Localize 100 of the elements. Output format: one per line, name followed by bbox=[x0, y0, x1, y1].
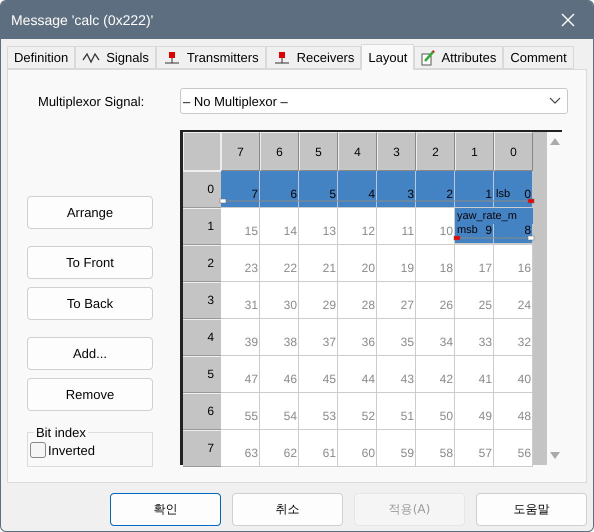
bit-cell[interactable]: 59 bbox=[377, 430, 416, 467]
bit-cell[interactable]: 40 bbox=[494, 356, 533, 393]
bit-tag: msb bbox=[457, 224, 478, 236]
bit-number: 0 bbox=[524, 187, 531, 201]
bit-cell[interactable]: 19 bbox=[377, 245, 416, 282]
tab[interactable]: Receivers bbox=[266, 46, 362, 69]
side-button[interactable]: Remove bbox=[27, 378, 153, 411]
bit-number: 37 bbox=[322, 335, 336, 349]
tab[interactable]: Definition bbox=[7, 46, 76, 69]
bit-cell[interactable]: 53 bbox=[299, 393, 338, 430]
bit-cell[interactable]: 17 bbox=[455, 245, 494, 282]
bit-number: 30 bbox=[284, 298, 297, 312]
bit-number: 47 bbox=[244, 372, 258, 386]
dialog-button[interactable]: 취소 bbox=[232, 493, 343, 526]
bit-cell[interactable]: 55 bbox=[221, 393, 260, 430]
bit-cell[interactable]: 12 bbox=[338, 208, 377, 245]
bit-cell[interactable]: 48 bbox=[494, 393, 533, 430]
row-header: 0 bbox=[183, 171, 221, 208]
multiplexor-dropdown[interactable]: – No Multiplexor – bbox=[180, 88, 568, 114]
inverted-checkbox[interactable]: Inverted bbox=[30, 442, 150, 458]
bit-cell[interactable]: 26 bbox=[416, 282, 455, 319]
bit-cell[interactable]: 24 bbox=[494, 282, 533, 319]
scrollbar-track[interactable] bbox=[533, 132, 547, 465]
tab[interactable]: Comment bbox=[503, 46, 574, 69]
bit-cell[interactable]: 62 bbox=[260, 430, 299, 467]
bit-cell[interactable]: 13 bbox=[299, 208, 338, 245]
side-button[interactable]: To Back bbox=[27, 287, 153, 320]
bit-cell[interactable]: 61 bbox=[299, 430, 338, 467]
bit-cell[interactable]: 58 bbox=[416, 430, 455, 467]
bit-cell[interactable]: 50 bbox=[416, 393, 455, 430]
bit-cell[interactable]: 15 bbox=[221, 208, 260, 245]
bit-number: 17 bbox=[478, 261, 492, 275]
bit-cell[interactable]: 34 bbox=[416, 319, 455, 356]
bit-cell[interactable]: lsb 0 bbox=[494, 171, 533, 208]
bit-cell[interactable]: 49 bbox=[455, 393, 494, 430]
bit-number: 8 bbox=[524, 223, 531, 237]
bit-cell[interactable]: 8 bbox=[494, 224, 533, 244]
bit-cell[interactable]: 27 bbox=[377, 282, 416, 319]
bit-cell[interactable]: 20 bbox=[338, 245, 377, 282]
bit-cell[interactable]: 21 bbox=[299, 245, 338, 282]
bit-cell[interactable]: 3 bbox=[377, 171, 416, 208]
bit-cell[interactable]: 11 bbox=[377, 208, 416, 245]
bit-cell[interactable]: 35 bbox=[377, 319, 416, 356]
side-button[interactable]: Arrange bbox=[27, 196, 153, 229]
bit-cell[interactable]: 30 bbox=[260, 282, 299, 319]
bit-number: 57 bbox=[478, 446, 492, 460]
bit-cell[interactable]: 47 bbox=[221, 356, 260, 393]
dialog-button[interactable]: 확인 bbox=[110, 493, 221, 526]
tab[interactable]: Attributes bbox=[414, 46, 504, 69]
bit-cell[interactable]: 22 bbox=[260, 245, 299, 282]
bit-cell[interactable]: 51 bbox=[377, 393, 416, 430]
bit-cell[interactable]: 57 bbox=[455, 430, 494, 467]
bit-number: 20 bbox=[362, 261, 375, 275]
side-button[interactable]: To Front bbox=[27, 246, 153, 279]
scroll-up-icon[interactable] bbox=[550, 138, 560, 145]
bit-cell[interactable]: 18 bbox=[416, 245, 455, 282]
bit-cell[interactable]: 1 bbox=[455, 171, 494, 208]
tab[interactable]: Signals bbox=[75, 46, 156, 69]
bit-cell[interactable]: 23 bbox=[221, 245, 260, 282]
bit-cell[interactable]: 56 bbox=[494, 430, 533, 467]
bit-cell[interactable]: 38 bbox=[260, 319, 299, 356]
bit-cell[interactable]: 52 bbox=[338, 393, 377, 430]
bit-cell[interactable]: 36 bbox=[338, 319, 377, 356]
bit-cell[interactable]: 29 bbox=[299, 282, 338, 319]
bit-cell[interactable]: msb 9 bbox=[455, 224, 494, 244]
tab[interactable]: Transmitters bbox=[156, 46, 266, 69]
bit-cell[interactable]: 46 bbox=[260, 356, 299, 393]
row-header: 2 bbox=[183, 245, 221, 282]
bit-number: 60 bbox=[362, 446, 375, 460]
bit-cell[interactable]: 43 bbox=[377, 356, 416, 393]
dialog-button[interactable]: 도움말 bbox=[476, 493, 587, 526]
row-header: 7 bbox=[183, 430, 221, 467]
bit-cell[interactable]: 33 bbox=[455, 319, 494, 356]
bit-number: 58 bbox=[440, 446, 453, 460]
bit-cell[interactable]: 42 bbox=[416, 356, 455, 393]
bit-cell[interactable]: 16 bbox=[494, 245, 533, 282]
bit-cell[interactable]: 2 bbox=[416, 171, 455, 208]
bit-cell[interactable]: 32 bbox=[494, 319, 533, 356]
bit-number: 54 bbox=[284, 409, 297, 423]
bit-cell[interactable]: 7 bbox=[221, 171, 260, 208]
bit-cell[interactable]: 41 bbox=[455, 356, 494, 393]
tab[interactable]: Layout bbox=[361, 44, 414, 70]
side-button[interactable]: Add... bbox=[27, 337, 153, 370]
bit-cell[interactable]: 10 bbox=[416, 208, 455, 245]
bit-cell[interactable]: 5 bbox=[299, 171, 338, 208]
scroll-down-icon[interactable] bbox=[550, 452, 560, 459]
bit-number: 43 bbox=[400, 372, 414, 386]
bit-cell[interactable]: 45 bbox=[299, 356, 338, 393]
bit-cell[interactable]: 28 bbox=[338, 282, 377, 319]
bit-cell[interactable]: 54 bbox=[260, 393, 299, 430]
bit-cell[interactable]: 37 bbox=[299, 319, 338, 356]
bit-cell[interactable]: 39 bbox=[221, 319, 260, 356]
bit-cell[interactable]: 25 bbox=[455, 282, 494, 319]
bit-cell[interactable]: 44 bbox=[338, 356, 377, 393]
bit-cell[interactable]: 31 bbox=[221, 282, 260, 319]
bit-cell[interactable]: 63 bbox=[221, 430, 260, 467]
bit-cell[interactable]: 60 bbox=[338, 430, 377, 467]
bit-cell[interactable]: 14 bbox=[260, 208, 299, 245]
bit-cell[interactable]: 6 bbox=[260, 171, 299, 208]
bit-cell[interactable]: 4 bbox=[338, 171, 377, 208]
